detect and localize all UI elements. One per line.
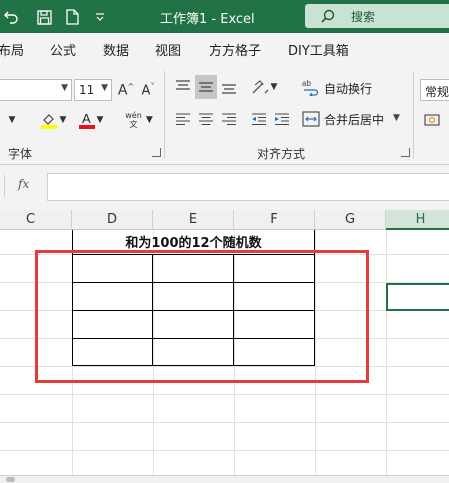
accounting-format-button[interactable] [422, 109, 444, 131]
tab-diy-toolbox[interactable]: DIY工具箱 [288, 40, 349, 59]
column-header-e[interactable]: E [153, 210, 234, 230]
decrease-indent-icon [252, 113, 266, 126]
tab-formulas[interactable]: 公式 [50, 40, 76, 59]
align-bottom-icon [222, 84, 236, 94]
column-header-d[interactable]: D [72, 210, 153, 230]
horizontal-scrollbar[interactable] [0, 475, 449, 483]
column-header-f[interactable]: F [234, 210, 315, 230]
tab-fangfang[interactable]: 方方格子 [209, 40, 261, 59]
customize-quick-access-icon[interactable] [94, 8, 106, 26]
column-header-g[interactable]: G [315, 210, 386, 230]
align-right-icon [222, 113, 236, 126]
fill-color-icon [40, 114, 57, 129]
svg-text:ab: ab [302, 79, 311, 88]
font-color-icon: A [78, 111, 95, 129]
font-name-combo[interactable]: ▼ [0, 79, 72, 101]
grow-font-icon: A^ [117, 81, 135, 99]
window-title: 工作簿1 - Excel [160, 12, 255, 27]
chevron-down-icon[interactable]: ▼ [393, 113, 400, 123]
column-header-h[interactable]: H [386, 210, 449, 230]
highlight-frame [35, 250, 369, 383]
align-center-icon [199, 113, 213, 126]
increase-indent-button[interactable] [271, 107, 293, 131]
title-bar: 工作簿1 - Excel 搜索 [0, 0, 449, 33]
phonetic-guide-button[interactable]: wén 文 ▼ [120, 109, 158, 131]
align-left-button[interactable] [172, 107, 194, 131]
chevron-down-icon: ▼ [8, 115, 16, 125]
active-cell-h3[interactable] [386, 283, 449, 311]
align-middle-icon [199, 82, 213, 92]
shrink-font-icon: A˅ [141, 81, 155, 99]
column-headers: C D E F G H [0, 210, 449, 230]
group-alignment-label: 对齐方式 [257, 147, 306, 161]
wrap-text-icon[interactable]: ab [300, 75, 322, 99]
formula-input[interactable] [47, 173, 449, 201]
column-header-c[interactable]: C [0, 210, 72, 230]
align-middle-button[interactable] [195, 75, 217, 99]
formula-bar: fx [0, 165, 449, 210]
chevron-down-icon: ▼ [145, 115, 153, 125]
group-divider [164, 71, 165, 159]
align-top-icon [176, 80, 190, 90]
orientation-button[interactable]: ▼ [248, 75, 280, 99]
undo-icon[interactable] [4, 8, 18, 26]
fill-color-button[interactable]: ▼ [36, 109, 70, 131]
chevron-down-icon: ▼ [101, 83, 108, 93]
font-dialog-launcher-icon[interactable] [152, 148, 161, 157]
insert-function-button[interactable]: fx [18, 177, 29, 191]
merge-center-label[interactable]: 合并后居中 [324, 111, 384, 128]
font-size-combo[interactable]: 11 ▼ [74, 79, 112, 101]
table-title[interactable]: 和为100的12个随机数 [72, 232, 315, 251]
align-right-button[interactable] [218, 107, 240, 131]
gridline [0, 394, 449, 395]
align-center-button[interactable] [195, 107, 217, 131]
ribbon: ▼ 11 ▼ A^ A˅ ▼ ▼ A ▼ wén 文 ▼ 字体 ▼ ab 自动换… [0, 63, 449, 165]
tab-view[interactable]: 视图 [155, 40, 181, 59]
chevron-down-icon: ▼ [61, 83, 68, 93]
orientation-icon [252, 80, 268, 94]
font-size-value: 11 [79, 83, 95, 97]
ribbon-tabs: 布局 公式 数据 视图 方方格子 DIY工具箱 [0, 33, 449, 63]
gridline [0, 422, 449, 423]
merge-center-icon[interactable] [300, 107, 322, 131]
number-format-combo[interactable]: 常规 [420, 79, 449, 101]
new-file-icon[interactable] [64, 8, 80, 26]
search-box[interactable]: 搜索 [305, 4, 449, 28]
align-bottom-button[interactable] [218, 75, 240, 99]
align-top-button[interactable] [172, 75, 194, 99]
search-icon [321, 9, 335, 26]
gridline [386, 230, 387, 483]
tab-data[interactable]: 数据 [103, 40, 129, 59]
currency-icon [424, 114, 440, 126]
grow-font-button[interactable]: A^ [116, 79, 136, 101]
align-left-icon [176, 113, 190, 126]
save-icon[interactable] [36, 8, 52, 26]
formula-separator [4, 175, 5, 197]
phonetic-guide-icon: wén 文 [125, 111, 142, 129]
tab-page-layout[interactable]: 布局 [0, 40, 24, 59]
group-divider [413, 71, 414, 159]
group-font-label: 字体 [8, 147, 33, 161]
gridline [0, 450, 449, 451]
scroll-thumb[interactable] [6, 477, 15, 482]
svg-text:A: A [82, 111, 91, 126]
wrap-text-label[interactable]: 自动换行 [324, 80, 372, 97]
worksheet-grid[interactable]: 和为100的12个随机数 [0, 230, 449, 483]
number-format-value: 常规 [425, 85, 449, 99]
decrease-indent-button[interactable] [248, 107, 270, 131]
chevron-down-icon: ▼ [96, 115, 104, 125]
chevron-down-icon: ▼ [59, 115, 67, 125]
alignment-dialog-launcher-icon[interactable] [401, 148, 410, 157]
search-label: 搜索 [351, 10, 376, 24]
increase-indent-icon [275, 113, 289, 126]
shrink-font-button[interactable]: A˅ [138, 79, 158, 101]
font-color-button[interactable]: A ▼ [74, 109, 108, 131]
chevron-down-icon: ▼ [270, 82, 278, 92]
borders-button[interactable]: ▼ [0, 109, 24, 131]
